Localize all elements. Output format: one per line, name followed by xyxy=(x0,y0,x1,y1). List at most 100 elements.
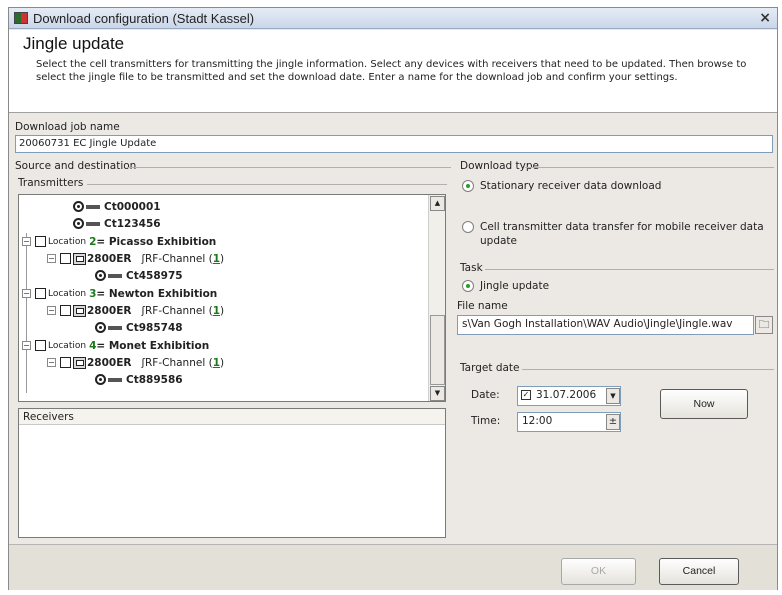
rf-channel-number[interactable]: 1 xyxy=(213,357,220,369)
device-icon xyxy=(73,252,86,265)
page-description: Select the cell transmitters for transmi… xyxy=(36,59,747,83)
dialog-header: Jingle update Select the cell transmitte… xyxy=(9,30,777,113)
tree-item-device[interactable]: − 2800ER ʃ RF-Channel ( 1 ) xyxy=(47,251,224,266)
radio-jingle-update[interactable]: Jingle update xyxy=(462,280,549,292)
transmitter-code: Ct985748 xyxy=(126,321,183,334)
transmitter-code: Ct889586 xyxy=(126,373,183,386)
dialog-window: Download configuration (Stadt Kassel) × … xyxy=(8,7,778,590)
date-label: Date: xyxy=(471,389,500,401)
location-checkbox[interactable] xyxy=(35,340,46,351)
tree-item-transmitter[interactable]: Ct000001 xyxy=(73,199,161,214)
rf-channel-number[interactable]: 1 xyxy=(213,305,220,317)
scroll-thumb[interactable] xyxy=(430,315,445,385)
tree-item-transmitter[interactable]: Ct123456 xyxy=(73,216,161,231)
rf-channel-label: RF-Channel ( xyxy=(145,356,213,369)
device-icon xyxy=(73,356,86,369)
device-model: 2800ER xyxy=(87,252,132,265)
transmitter-code: Ct458975 xyxy=(126,269,183,282)
location-checkbox[interactable] xyxy=(35,288,46,299)
transmitter-icon xyxy=(95,374,123,385)
tree-connector xyxy=(26,233,27,393)
collapse-toggle-icon[interactable]: − xyxy=(22,341,31,350)
radio-stationary-download[interactable]: Stationary receiver data download xyxy=(462,180,661,192)
chevron-down-icon[interactable]: ▼ xyxy=(606,388,620,404)
file-name-label: File name xyxy=(457,300,508,312)
device-checkbox[interactable] xyxy=(60,253,71,264)
device-checkbox[interactable] xyxy=(60,357,71,368)
rf-channel-close: ) xyxy=(220,304,225,317)
location-prefix: Location xyxy=(48,340,87,351)
location-name: = Newton Exhibition xyxy=(96,287,218,300)
transmitter-tree[interactable]: Ct000001 Ct123456 − Location 2 = Picasso… xyxy=(18,194,446,402)
device-checkbox[interactable] xyxy=(60,305,71,316)
device-model: 2800ER xyxy=(87,356,132,369)
tree-item-device[interactable]: − 2800ER ʃ RF-Channel ( 1 ) xyxy=(47,355,224,370)
collapse-toggle-icon[interactable]: − xyxy=(47,254,56,263)
radio-button[interactable] xyxy=(462,280,474,292)
collapse-toggle-icon[interactable]: − xyxy=(47,358,56,367)
spinner-arrows-icon[interactable]: ± xyxy=(606,414,620,430)
now-button[interactable]: Now xyxy=(660,389,748,419)
group-divider xyxy=(522,369,774,370)
radio-label: Cell transmitter data transfer for mobil… xyxy=(480,221,764,247)
location-checkbox[interactable] xyxy=(35,236,46,247)
device-icon xyxy=(73,304,86,317)
tree-item-location[interactable]: − Location 4 = Monet Exhibition xyxy=(22,338,209,353)
tree-item-transmitter[interactable]: Ct458975 xyxy=(95,268,183,283)
transmitter-icon xyxy=(73,218,101,229)
collapse-toggle-icon[interactable]: − xyxy=(47,306,56,315)
tree-item-location[interactable]: − Location 2 = Picasso Exhibition xyxy=(22,234,216,249)
rf-channel-label: RF-Channel ( xyxy=(145,304,213,317)
radio-button[interactable] xyxy=(462,221,474,233)
transmitter-code: Ct000001 xyxy=(104,200,161,213)
collapse-toggle-icon[interactable]: − xyxy=(22,289,31,298)
browse-file-icon[interactable]: 🗀 xyxy=(755,316,773,334)
radio-cell-transfer[interactable]: Cell transmitter data transfer for mobil… xyxy=(462,220,774,248)
download-type-label: Download type xyxy=(460,160,539,172)
transmitters-label: Transmitters xyxy=(18,177,84,189)
collapse-toggle-icon[interactable]: − xyxy=(22,237,31,246)
radio-button[interactable] xyxy=(462,180,474,192)
rf-channel-number[interactable]: 1 xyxy=(213,253,220,265)
tree-item-transmitter[interactable]: Ct889586 xyxy=(95,372,183,387)
device-model: 2800ER xyxy=(87,304,132,317)
rf-channel-close: ) xyxy=(220,252,225,265)
group-divider xyxy=(87,184,447,185)
location-name: = Picasso Exhibition xyxy=(96,235,217,248)
ok-button[interactable]: OK xyxy=(561,558,636,585)
location-number: 4 xyxy=(89,339,97,352)
transmitter-code: Ct123456 xyxy=(104,217,161,230)
location-prefix: Location xyxy=(48,288,87,299)
transmitter-icon xyxy=(95,322,123,333)
transmitter-icon xyxy=(95,270,123,281)
group-divider xyxy=(485,269,774,270)
close-icon[interactable]: × xyxy=(759,10,771,26)
file-name-input[interactable]: s\Van Gogh Installation\WAV Audio\Jingle… xyxy=(457,315,754,335)
rf-channel-label: RF-Channel ( xyxy=(145,252,213,265)
job-name-label: Download job name xyxy=(15,121,120,133)
transmitter-icon xyxy=(73,201,101,212)
group-divider xyxy=(127,167,451,168)
group-divider xyxy=(525,167,774,168)
radio-label: Jingle update xyxy=(480,280,550,292)
source-group-label: Source and destination xyxy=(15,160,137,172)
scroll-up-icon[interactable]: ▲ xyxy=(430,196,445,211)
cancel-button[interactable]: Cancel xyxy=(659,558,739,585)
date-checkbox[interactable]: ✓ xyxy=(521,390,531,400)
location-number: 2 xyxy=(89,235,97,248)
receivers-panel[interactable]: Receivers xyxy=(18,408,446,538)
rf-channel-close: ) xyxy=(220,356,225,369)
dialog-footer: OK Cancel xyxy=(9,544,777,590)
location-prefix: Location xyxy=(48,236,87,247)
location-name: = Monet Exhibition xyxy=(96,339,210,352)
scroll-down-icon[interactable]: ▼ xyxy=(430,386,445,401)
tree-item-location[interactable]: − Location 3 = Newton Exhibition xyxy=(22,286,217,301)
window-title: Download configuration (Stadt Kassel) xyxy=(33,10,255,26)
tree-item-transmitter[interactable]: Ct985748 xyxy=(95,320,183,335)
tree-scrollbar[interactable]: ▲ ▼ xyxy=(428,195,445,401)
job-name-input[interactable]: 20060731 EC Jingle Update xyxy=(15,135,773,153)
tree-item-device[interactable]: − 2800ER ʃ RF-Channel ( 1 ) xyxy=(47,303,224,318)
page-title: Jingle update xyxy=(23,34,125,53)
app-icon xyxy=(14,12,28,24)
radio-label: Stationary receiver data download xyxy=(480,180,662,192)
